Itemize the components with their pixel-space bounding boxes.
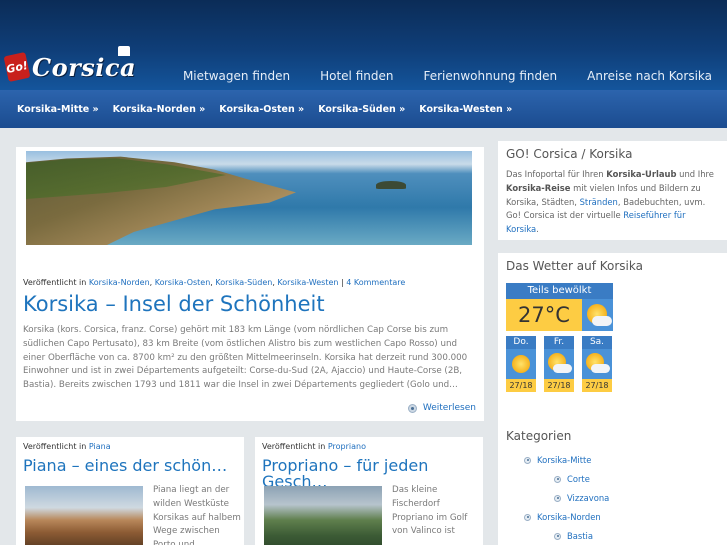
category-item[interactable]: Korsika-Norden [524, 512, 601, 522]
category-item[interactable]: Korsika-Mitte [524, 455, 591, 465]
meta-cat-propriano[interactable]: Propriano [328, 442, 366, 451]
region-nav: Korsika-Mitte » Korsika-Norden » Korsika… [0, 90, 727, 128]
logo-go-badge: Go! [3, 51, 31, 83]
featured-post: Veröffentlicht in Korsika-Norden, Korsik… [16, 147, 484, 421]
post-thumbnail[interactable] [25, 486, 143, 545]
sun-cloud-icon [582, 349, 612, 379]
sun-cloud-icon [582, 299, 613, 331]
region-nav-norden[interactable]: Korsika-Norden » [106, 104, 213, 115]
featured-excerpt: Korsika (kors. Corsica, franz. Corse) ge… [23, 325, 468, 391]
weather-title: Das Wetter auf Korsika [506, 259, 643, 273]
meta-prefix: Veröffentlicht in [23, 278, 87, 287]
category-item[interactable]: Vizzavona [554, 493, 609, 503]
category-label: Korsika-Mitte [537, 455, 592, 465]
forecast-day: Do. 27/18 [506, 336, 536, 392]
bullet-icon [407, 403, 417, 413]
nav-hotel[interactable]: Hotel finden [305, 60, 408, 92]
forecast-temps: 27/18 [506, 379, 536, 392]
link-straende[interactable]: Stränden [580, 197, 618, 207]
forecast-day: Fr. 27/18 [544, 336, 574, 392]
meta-cat-piana[interactable]: Piana [89, 442, 111, 451]
post-title[interactable]: Piana – eines der schön… [23, 458, 238, 474]
post-excerpt: Piana liegt an der wilden Westküste Kors… [153, 485, 241, 545]
read-more-link[interactable]: Weiterlesen [407, 403, 476, 413]
meta-prefix: Veröffentlicht in [262, 442, 326, 451]
weather-widget: Das Wetter auf Korsika Teils bewölkt 27°… [498, 253, 727, 423]
bullet-icon [554, 494, 561, 502]
meta-cat-osten[interactable]: Korsika-Osten [155, 278, 211, 287]
sun-icon [506, 349, 536, 379]
featured-title[interactable]: Korsika – Insel der Schönheit [23, 292, 325, 316]
category-label: Bastia [567, 531, 593, 541]
read-more-label: Weiterlesen [422, 403, 476, 413]
forecast-temps: 27/18 [544, 379, 574, 392]
region-nav-westen[interactable]: Korsika-Westen » [412, 104, 519, 115]
category-item[interactable]: Corte [554, 474, 590, 484]
category-label: Vizzavona [567, 493, 610, 503]
forecast-day-label: Sa. [582, 336, 612, 349]
about-title: GO! Corsica / Korsika [506, 147, 633, 161]
bullet-icon [524, 456, 531, 464]
logo-sign-icon [118, 46, 130, 56]
nav-ferienwohnung[interactable]: Ferienwohnung finden [408, 60, 572, 92]
weather-condition: Teils bewölkt [506, 283, 613, 299]
region-nav-mitte[interactable]: Korsika-Mitte » [10, 104, 106, 115]
nav-mietwagen[interactable]: Mietwagen finden [168, 60, 305, 92]
region-nav-sueden[interactable]: Korsika-Süden » [311, 104, 412, 115]
meta-prefix: Veröffentlicht in [23, 442, 87, 451]
categories-widget: Kategorien Korsika-Mitte Corte Vizzavona… [498, 423, 727, 545]
logo-wordmark: Corsica [32, 52, 137, 82]
about-widget: GO! Corsica / Korsika Das Infoportal für… [498, 141, 727, 240]
category-label: Corte [567, 474, 590, 484]
main-nav: Mietwagen finden Hotel finden Ferienwohn… [168, 60, 727, 92]
post-card-propriano: Veröffentlicht in Propriano Propriano – … [255, 437, 483, 545]
bullet-icon [554, 475, 561, 483]
region-nav-osten[interactable]: Korsika-Osten » [212, 104, 311, 115]
meta-cat-norden[interactable]: Korsika-Norden [89, 278, 150, 287]
post-excerpt: Das kleine Fischerdorf Propriano im Golf… [392, 485, 468, 537]
post-meta: Veröffentlicht in Korsika-Norden, Korsik… [23, 278, 406, 287]
site-logo[interactable]: Go! Corsica [3, 46, 137, 84]
sun-cloud-icon [544, 349, 574, 379]
about-text: Das Infoportal für Ihren Korsika-Urlaub … [506, 169, 714, 235]
meta-cat-sueden[interactable]: Korsika-Süden [215, 278, 272, 287]
post-card-piana: Veröffentlicht in Piana Piana – eines de… [16, 437, 244, 545]
forecast-day-label: Do. [506, 336, 536, 349]
category-label: Korsika-Norden [537, 512, 601, 522]
forecast-temps: 27/18 [582, 379, 612, 392]
forecast-day-label: Fr. [544, 336, 574, 349]
bullet-icon [554, 532, 561, 540]
featured-image-coast[interactable] [26, 151, 472, 245]
post-meta: Veröffentlicht in Propriano [262, 442, 366, 451]
bullet-icon [524, 513, 531, 521]
post-thumbnail[interactable] [264, 486, 382, 545]
nav-anreise[interactable]: Anreise nach Korsika [572, 60, 727, 92]
weather-temperature: 27°C [506, 299, 582, 331]
category-item[interactable]: Bastia [554, 531, 593, 541]
meta-comments-link[interactable]: 4 Kommentare [346, 278, 405, 287]
post-meta: Veröffentlicht in Piana [23, 442, 111, 451]
site-header: Go! Corsica Mietwagen finden Hotel finde… [0, 0, 727, 90]
categories-title: Kategorien [506, 429, 572, 443]
image-islet [376, 181, 406, 189]
forecast-day: Sa. 27/18 [582, 336, 612, 392]
meta-cat-westen[interactable]: Korsika-Westen [277, 278, 338, 287]
